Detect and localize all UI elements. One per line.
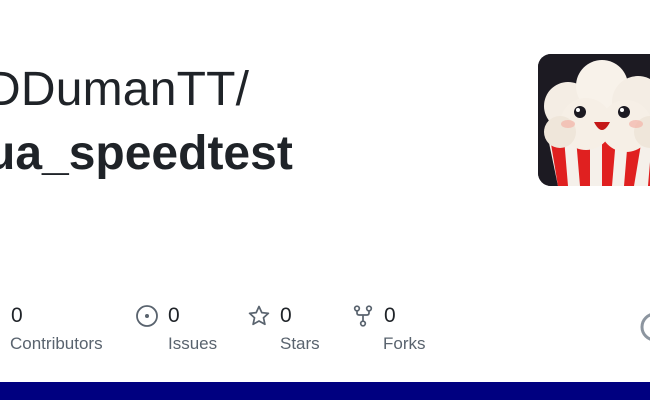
stars-label: Stars: [280, 334, 320, 353]
owner-avatar: [538, 54, 650, 186]
repo-owner[interactable]: DDumanTT/: [0, 60, 249, 120]
repo-stats: 0 Contributors 0 Issues 0 Stars 0 Forks: [0, 300, 650, 360]
github-mark-icon: [640, 313, 650, 341]
issue-opened-icon: [136, 305, 158, 327]
forks-count: 0: [384, 304, 396, 327]
accent-bar: [0, 382, 650, 400]
issues-count: 0: [168, 304, 180, 327]
stars-count: 0: [280, 304, 292, 327]
issues-label: Issues: [168, 334, 218, 353]
repo-name[interactable]: ua_speedtest: [0, 124, 293, 184]
forks-label: Forks: [383, 334, 426, 353]
contributors-label: Contributors: [10, 334, 103, 353]
popcorn-icon: [538, 54, 650, 186]
contributors-count: 0: [11, 304, 23, 327]
star-icon: [248, 305, 270, 326]
repo-forked-icon: [353, 305, 373, 327]
